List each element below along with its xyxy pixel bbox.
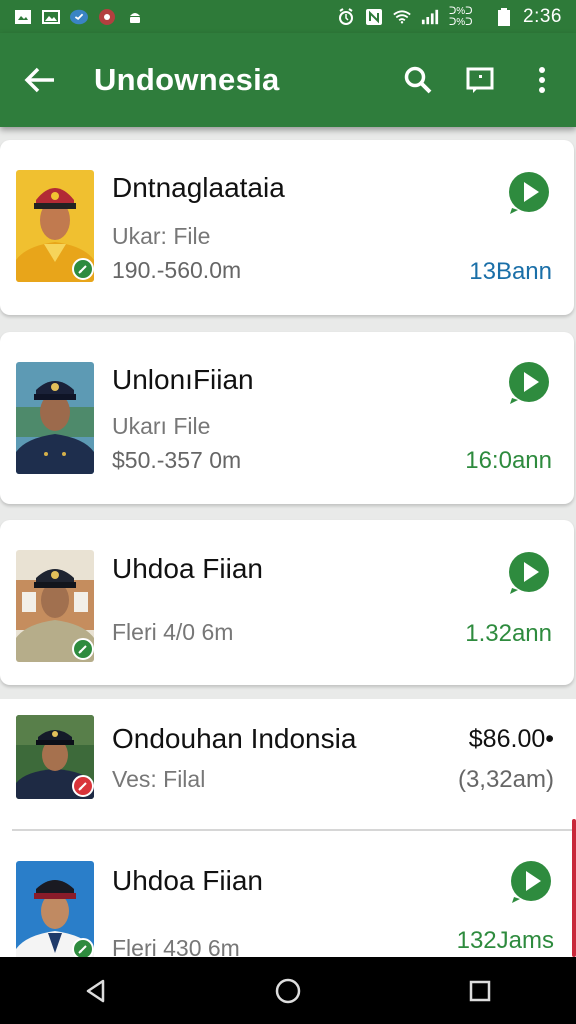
item-detail: 190.-560.0m bbox=[112, 257, 242, 283]
alarm-icon bbox=[337, 7, 355, 25]
item-price: $86.00• bbox=[468, 725, 554, 753]
android-icon bbox=[126, 9, 144, 25]
nav-home-button[interactable] bbox=[268, 971, 308, 1011]
edit-icon bbox=[78, 645, 87, 654]
more-options-button[interactable] bbox=[522, 60, 562, 100]
edit-icon bbox=[78, 782, 87, 791]
svg-text:ᑐ%ᑐ: ᑐ%ᑐ bbox=[449, 17, 473, 27]
item-detail: $50.-357 0m bbox=[112, 447, 242, 473]
item-name: UnlonıFiian bbox=[112, 364, 254, 395]
list-item[interactable]: Uhdoa Fiian Fleri 4/0 6m 1.32ann bbox=[0, 520, 574, 685]
status-badge bbox=[72, 938, 94, 957]
list-item[interactable]: Uhdoa Fiian Fleri 430 6m 132Jams bbox=[0, 831, 576, 957]
svg-text:ᑐ%ᑐ: ᑐ%ᑐ bbox=[449, 6, 473, 17]
carrier-text: ᑐ%ᑐ ᑐ%ᑐ bbox=[449, 5, 485, 29]
avatar bbox=[16, 362, 94, 474]
play-button[interactable] bbox=[508, 859, 554, 905]
item-name: Uhdoa Fiian bbox=[112, 553, 263, 584]
play-button[interactable] bbox=[506, 170, 552, 216]
edit-icon bbox=[78, 265, 87, 274]
list-item[interactable]: Dntnaglaataia Ukar: File 190.-560.0m 13B… bbox=[0, 140, 574, 315]
page-title: Undownesia bbox=[94, 62, 280, 97]
item-subtitle: Fleri 430 6m bbox=[112, 935, 240, 957]
item-name: Uhdoa Fiian bbox=[112, 865, 263, 896]
nfc-icon bbox=[365, 8, 383, 25]
more-vert-icon bbox=[539, 67, 545, 93]
search-button[interactable] bbox=[398, 60, 438, 100]
status-right: ᑐ%ᑐ ᑐ%ᑐ 2:36 bbox=[337, 5, 562, 29]
wifi-icon bbox=[393, 9, 411, 25]
app-bar: Undownesia bbox=[0, 33, 576, 127]
home-circle-icon bbox=[275, 978, 301, 1003]
status-bar: ᑐ%ᑐ ᑐ%ᑐ 2:36 bbox=[0, 0, 576, 33]
status-left bbox=[14, 8, 144, 25]
play-button[interactable] bbox=[506, 360, 552, 406]
search-icon bbox=[404, 66, 432, 94]
status-time: 2:36 bbox=[523, 5, 562, 27]
battery-icon bbox=[495, 7, 513, 26]
item-time: (3,32am) bbox=[457, 766, 554, 793]
item-subtitle: Ukar: File bbox=[112, 223, 211, 249]
play-button[interactable] bbox=[506, 550, 552, 596]
shield-icon bbox=[70, 9, 88, 25]
scroll-indicator bbox=[572, 819, 576, 957]
item-time: 13Bann bbox=[469, 258, 552, 285]
image-icon bbox=[14, 9, 32, 25]
item-name: Dntnaglaataia bbox=[112, 172, 285, 203]
item-subtitle: Fleri 4/0 6m bbox=[112, 619, 234, 645]
recents-square-icon bbox=[469, 980, 491, 1001]
list-item[interactable]: Ondouhan Indonsia Ves: Filal $86.00• (3,… bbox=[0, 699, 576, 957]
item-name: Ondouhan Indonsia bbox=[112, 723, 357, 754]
signal-icon bbox=[421, 9, 439, 25]
list-item[interactable]: UnlonıFiian Ukarı File $50.-357 0m 16:0a… bbox=[0, 332, 574, 504]
status-badge bbox=[72, 775, 94, 797]
item-subtitle: Ves: Filal bbox=[112, 766, 206, 792]
record-icon bbox=[98, 8, 116, 25]
play-icon bbox=[509, 172, 549, 214]
back-triangle-icon bbox=[86, 979, 105, 1002]
item-time: 16:0ann bbox=[465, 447, 552, 474]
arrow-left-icon bbox=[24, 67, 54, 93]
gallery-icon bbox=[42, 9, 60, 25]
play-icon bbox=[509, 362, 549, 404]
status-badge bbox=[72, 638, 94, 660]
item-subtitle: Ukarı File bbox=[112, 413, 211, 439]
play-icon bbox=[511, 861, 551, 903]
nav-back-button[interactable] bbox=[76, 971, 116, 1011]
message-button[interactable] bbox=[460, 60, 500, 100]
nav-recents-button[interactable] bbox=[460, 971, 500, 1011]
status-badge bbox=[72, 258, 94, 280]
item-time: 1.32ann bbox=[465, 620, 552, 647]
play-icon bbox=[509, 552, 549, 594]
message-icon bbox=[466, 67, 494, 93]
back-button[interactable] bbox=[20, 60, 60, 100]
item-time: 132Jams bbox=[456, 927, 554, 954]
system-nav-bar bbox=[0, 957, 576, 1024]
edit-icon bbox=[78, 945, 87, 954]
contact-list: Dntnaglaataia Ukar: File 190.-560.0m 13B… bbox=[0, 127, 576, 957]
